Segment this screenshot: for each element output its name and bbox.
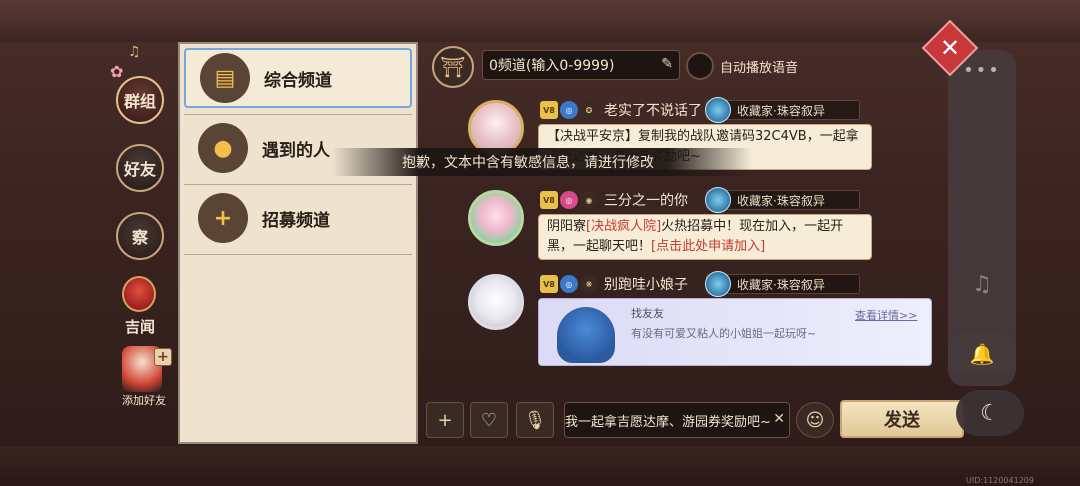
username[interactable]: 别跑哇小娘子	[604, 274, 688, 294]
message-text-prefix: 阴阳寮	[547, 219, 587, 234]
vip-badge-icon: V8	[540, 101, 558, 119]
message-meta: V8 ◎ ❋ 别跑哇小娘子	[540, 274, 688, 294]
flower-icon: ✿	[110, 62, 124, 81]
message-input[interactable]: 我一起拿吉愿达摩、游园券奖励吧~ ✕	[564, 402, 790, 438]
gourd-icon: ●	[198, 123, 248, 173]
swirl-icon: ◎	[560, 191, 578, 209]
auto-voice-toggle[interactable]	[686, 52, 714, 80]
bottom-bar-background	[0, 446, 1080, 486]
channel-recruit[interactable]: + 招募频道	[184, 188, 412, 248]
nav-group-button[interactable]: 群组	[116, 76, 164, 124]
sensitive-info-toast: 抱歉，文本中含有敏感信息，请进行修改	[332, 148, 752, 176]
avatar[interactable]	[468, 190, 524, 246]
message-meta: V8 ◎ ◉ 三分之一的你	[540, 190, 688, 210]
symbol-icon: ◉	[580, 191, 598, 209]
uid-label: UID:1120041209	[966, 476, 1034, 485]
friend-card[interactable]: 找友友 查看详情>> 有没有可爱又粘人的小姐姐一起玩呀~	[538, 298, 932, 366]
title-tag: 收藏家·珠容叙异	[705, 271, 860, 297]
emoji-icon[interactable]: ☺	[796, 402, 834, 438]
channel-input-text: 0频道(输入0-9999)	[489, 58, 615, 74]
channel-number-input[interactable]: 0频道(输入0-9999) ✎	[482, 50, 680, 80]
lantern-icon[interactable]	[122, 276, 156, 312]
clear-icon[interactable]: ✕	[773, 411, 785, 427]
pencil-icon[interactable]: ✎	[661, 56, 673, 72]
vip-badge-icon: V8	[540, 275, 558, 293]
message-meta: V8 ◎ ✪ 老实了不说话了	[540, 100, 702, 120]
chat-message: V8 ◎ ◉ 三分之一的你 收藏家·珠容叙异 阴阳寮[决战疯人院]火热招募中！现…	[420, 186, 950, 266]
divider	[184, 114, 412, 115]
chat-area: ⛩ 0频道(输入0-9999) ✎ 自动播放语音 V8 ◎ ✪ 老实了不说话了 …	[420, 42, 950, 442]
collector-icon	[705, 97, 731, 123]
title-text: 收藏家·珠容叙异	[737, 277, 825, 292]
chat-bubbles-icon: ▤	[200, 53, 250, 103]
symbol-icon: ❋	[580, 275, 598, 293]
recruit-plus-icon: +	[198, 193, 248, 243]
channel-label: 招募频道	[262, 210, 330, 231]
vip-badge-icon: V8	[540, 191, 558, 209]
title-tag: 收藏家·珠容叙异	[705, 97, 860, 123]
collector-icon	[705, 271, 731, 297]
top-bar-background	[0, 0, 1080, 42]
avatar[interactable]	[468, 274, 524, 330]
apply-join-link[interactable]: [点击此处申请加入]	[651, 239, 765, 254]
guild-name-highlight: [决战疯人院]	[586, 219, 662, 234]
title-text: 收藏家·珠容叙异	[737, 103, 825, 118]
add-button[interactable]: +	[426, 402, 464, 438]
symbol-icon: ✪	[580, 101, 598, 119]
send-button[interactable]: 发送	[840, 400, 964, 438]
divider	[184, 254, 412, 255]
nav-friends-button[interactable]: 好友	[116, 144, 164, 192]
microphone-icon[interactable]: 🎙	[516, 402, 554, 438]
collector-icon	[705, 187, 731, 213]
add-plus-icon[interactable]: +	[154, 348, 172, 366]
bells-icon: ♫	[128, 44, 141, 60]
auto-voice-label: 自动播放语音	[720, 61, 799, 76]
close-icon[interactable]: ✕	[930, 30, 970, 66]
view-details-link[interactable]: 查看详情>>	[855, 307, 917, 323]
channel-general[interactable]: ▤ 综合频道	[184, 48, 412, 108]
news-label[interactable]: 吉闻	[118, 316, 162, 337]
torii-icon[interactable]: ⛩	[432, 46, 474, 88]
message-bubble[interactable]: 阴阳寮[决战疯人院]火热招募中！现在加入，一起开黑，一起聊天吧！[点击此处申请加…	[538, 214, 872, 260]
left-nav: ♫ ✿ 群组 好友 察 吉闻 + 添加好友	[100, 40, 178, 440]
username[interactable]: 三分之一的你	[604, 190, 688, 210]
chat-message: V8 ◎ ❋ 别跑哇小娘子 收藏家·珠容叙异 找友友 查看详情>> 有没有可爱又…	[420, 270, 950, 366]
channel-panel: ▤ 综合频道 ● 遇到的人 + 招募频道	[178, 42, 418, 444]
card-title: 找友友	[631, 307, 664, 320]
nav-observe-button[interactable]: 察	[116, 212, 164, 260]
divider	[184, 184, 412, 185]
heart-box-icon[interactable]: ♡	[470, 402, 508, 438]
title-text: 收藏家·珠容叙异	[737, 193, 825, 208]
title-tag: 收藏家·珠容叙异	[705, 187, 860, 213]
input-bar: + ♡ 🎙 我一起拿吉愿达摩、游园券奖励吧~ ✕ ☺ 发送	[420, 400, 980, 440]
music-note-icon[interactable]: ♫	[948, 272, 1016, 297]
moon-icon[interactable]: ☾	[956, 390, 1024, 436]
channel-label: 综合频道	[264, 70, 332, 91]
swirl-icon: ◎	[560, 275, 578, 293]
toast-text: 抱歉，文本中含有敏感信息，请进行修改	[402, 155, 654, 171]
add-friend-label[interactable]: 添加好友	[104, 392, 184, 408]
message-input-text: 我一起拿吉愿达摩、游园券奖励吧~	[565, 414, 771, 430]
channel-label: 遇到的人	[262, 140, 330, 161]
card-description: 有没有可爱又粘人的小姐姐一起玩呀~	[631, 327, 817, 340]
username[interactable]: 老实了不说话了	[604, 100, 702, 120]
bell-icon[interactable]: 🔔	[948, 334, 1016, 374]
swirl-icon: ◎	[560, 101, 578, 119]
mascot-icon	[557, 307, 615, 363]
